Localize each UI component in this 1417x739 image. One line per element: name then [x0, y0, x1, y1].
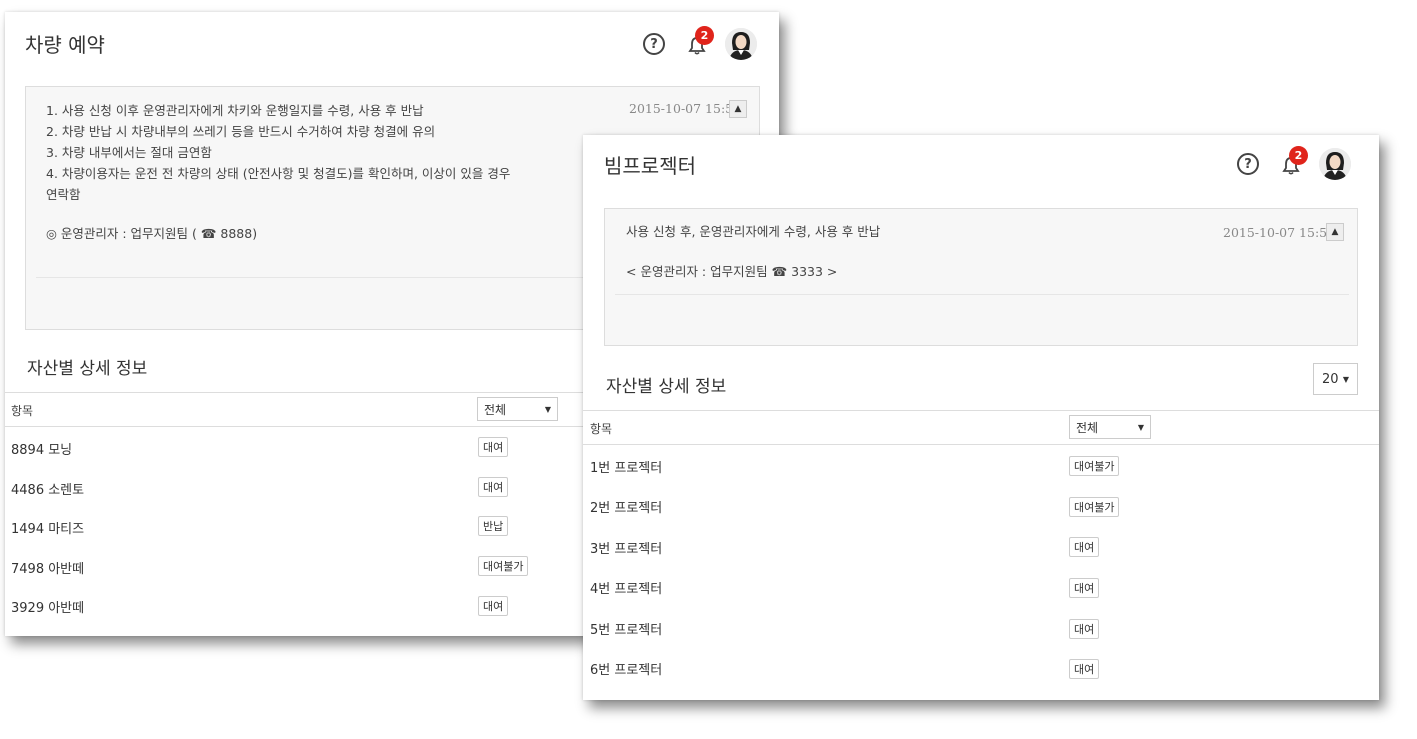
status-button[interactable]: 대여: [1069, 619, 1100, 639]
notification-button[interactable]: 2: [1279, 146, 1308, 176]
column-label-item: 항목: [590, 422, 613, 436]
filter-value: 전체: [1076, 420, 1099, 435]
notification-badge: 2: [695, 26, 714, 45]
asset-name: 2번 프로젝터: [590, 501, 663, 516]
help-icon[interactable]: ?: [1237, 153, 1259, 175]
table-header: 항목 전체 ▼: [583, 410, 1379, 445]
avatar-image: [1319, 148, 1351, 180]
notice-divider: [615, 294, 1349, 295]
status-button[interactable]: 대여불가: [478, 556, 529, 576]
page-title: 차량 예약: [25, 33, 105, 57]
notice-admin: ◎ 운영관리자 : 업무지원팀 ( ☎ 8888): [46, 226, 258, 241]
collapse-button[interactable]: ▲: [1326, 223, 1344, 241]
avatar-image: [725, 28, 757, 60]
status-button[interactable]: 반납: [478, 516, 509, 536]
page-size-value: 20: [1322, 371, 1339, 387]
asset-name: 5번 프로젝터: [590, 623, 663, 638]
status-button[interactable]: 대여불가: [1069, 456, 1120, 476]
asset-name: 4486 소렌토: [11, 483, 85, 498]
notification-button[interactable]: 2: [685, 26, 714, 56]
asset-name: 1번 프로젝터: [590, 461, 663, 476]
status-button[interactable]: 대여: [1069, 578, 1100, 598]
avatar[interactable]: [1319, 148, 1351, 180]
section-title: 자산별 상세 정보: [606, 377, 727, 397]
dropdown-arrow-icon: ▼: [1137, 422, 1144, 432]
status-button[interactable]: 대여: [478, 596, 509, 616]
asset-name: 7498 아반떼: [11, 562, 85, 577]
notice-body: 1. 사용 신청 이후 운영관리자에게 차키와 운행일지를 수령, 사용 후 반…: [46, 100, 510, 244]
status-button[interactable]: 대여: [1069, 659, 1100, 679]
header-icons: ? 2: [643, 26, 757, 60]
asset-name: 6번 프로젝터: [590, 663, 663, 678]
avatar[interactable]: [725, 28, 757, 60]
notice-line: 4. 차량이용자는 운전 전 차량의 상태 (안전사항 및 청결도)를 확인하며…: [46, 166, 511, 181]
status-button[interactable]: 대여: [478, 437, 509, 457]
asset-name: 3번 프로젝터: [590, 542, 663, 557]
filter-value: 전체: [484, 402, 507, 417]
notice-line: 2. 차량 반납 시 차량내부의 쓰레기 등을 반드시 수거하여 차량 청결에 …: [46, 124, 436, 139]
page-size-select[interactable]: 20 ▼: [1313, 363, 1358, 395]
notice-date: 2015-10-07 15:55: [629, 101, 742, 116]
notice-box: 사용 신청 후, 운영관리자에게 수령, 사용 후 반납 < 운영관리자 : 업…: [604, 208, 1358, 346]
status-button[interactable]: 대여: [478, 477, 509, 497]
header-icons: ? 2: [1237, 146, 1351, 180]
notice-line: 연락함: [46, 187, 81, 202]
status-filter-select[interactable]: 전체 ▼: [1069, 415, 1151, 439]
dropdown-arrow-icon: ▼: [544, 404, 551, 414]
asset-name: 3929 아반떼: [11, 601, 85, 616]
asset-name: 8894 모닝: [11, 443, 73, 458]
notification-badge: 2: [1289, 146, 1308, 165]
notice-line: 1. 사용 신청 이후 운영관리자에게 차키와 운행일지를 수령, 사용 후 반…: [46, 103, 424, 118]
dropdown-arrow-icon: ▼: [1342, 374, 1349, 384]
notice-line: 3. 차량 내부에서는 절대 금연함: [46, 145, 212, 160]
status-filter-select[interactable]: 전체 ▼: [477, 397, 558, 421]
asset-name: 1494 마티즈: [11, 522, 85, 537]
page-title: 빔프로젝터: [604, 154, 696, 178]
section-title: 자산별 상세 정보: [27, 359, 148, 379]
column-label-item: 항목: [11, 404, 34, 418]
collapse-button[interactable]: ▲: [729, 100, 747, 118]
asset-name: 4번 프로젝터: [590, 582, 663, 597]
status-button[interactable]: 대여불가: [1069, 497, 1120, 517]
projector-panel: 빔프로젝터 ? 2 사용 신청 후, 운영관리자에게 수령, 사용 후 반납 <…: [583, 135, 1379, 700]
notice-admin: < 운영관리자 : 업무지원팀 ☎ 3333 >: [626, 264, 838, 279]
notice-date: 2015-10-07 15:54: [1223, 225, 1336, 240]
status-button[interactable]: 대여: [1069, 537, 1100, 557]
help-icon[interactable]: ?: [643, 33, 665, 55]
notice-line: 사용 신청 후, 운영관리자에게 수령, 사용 후 반납: [626, 224, 881, 239]
